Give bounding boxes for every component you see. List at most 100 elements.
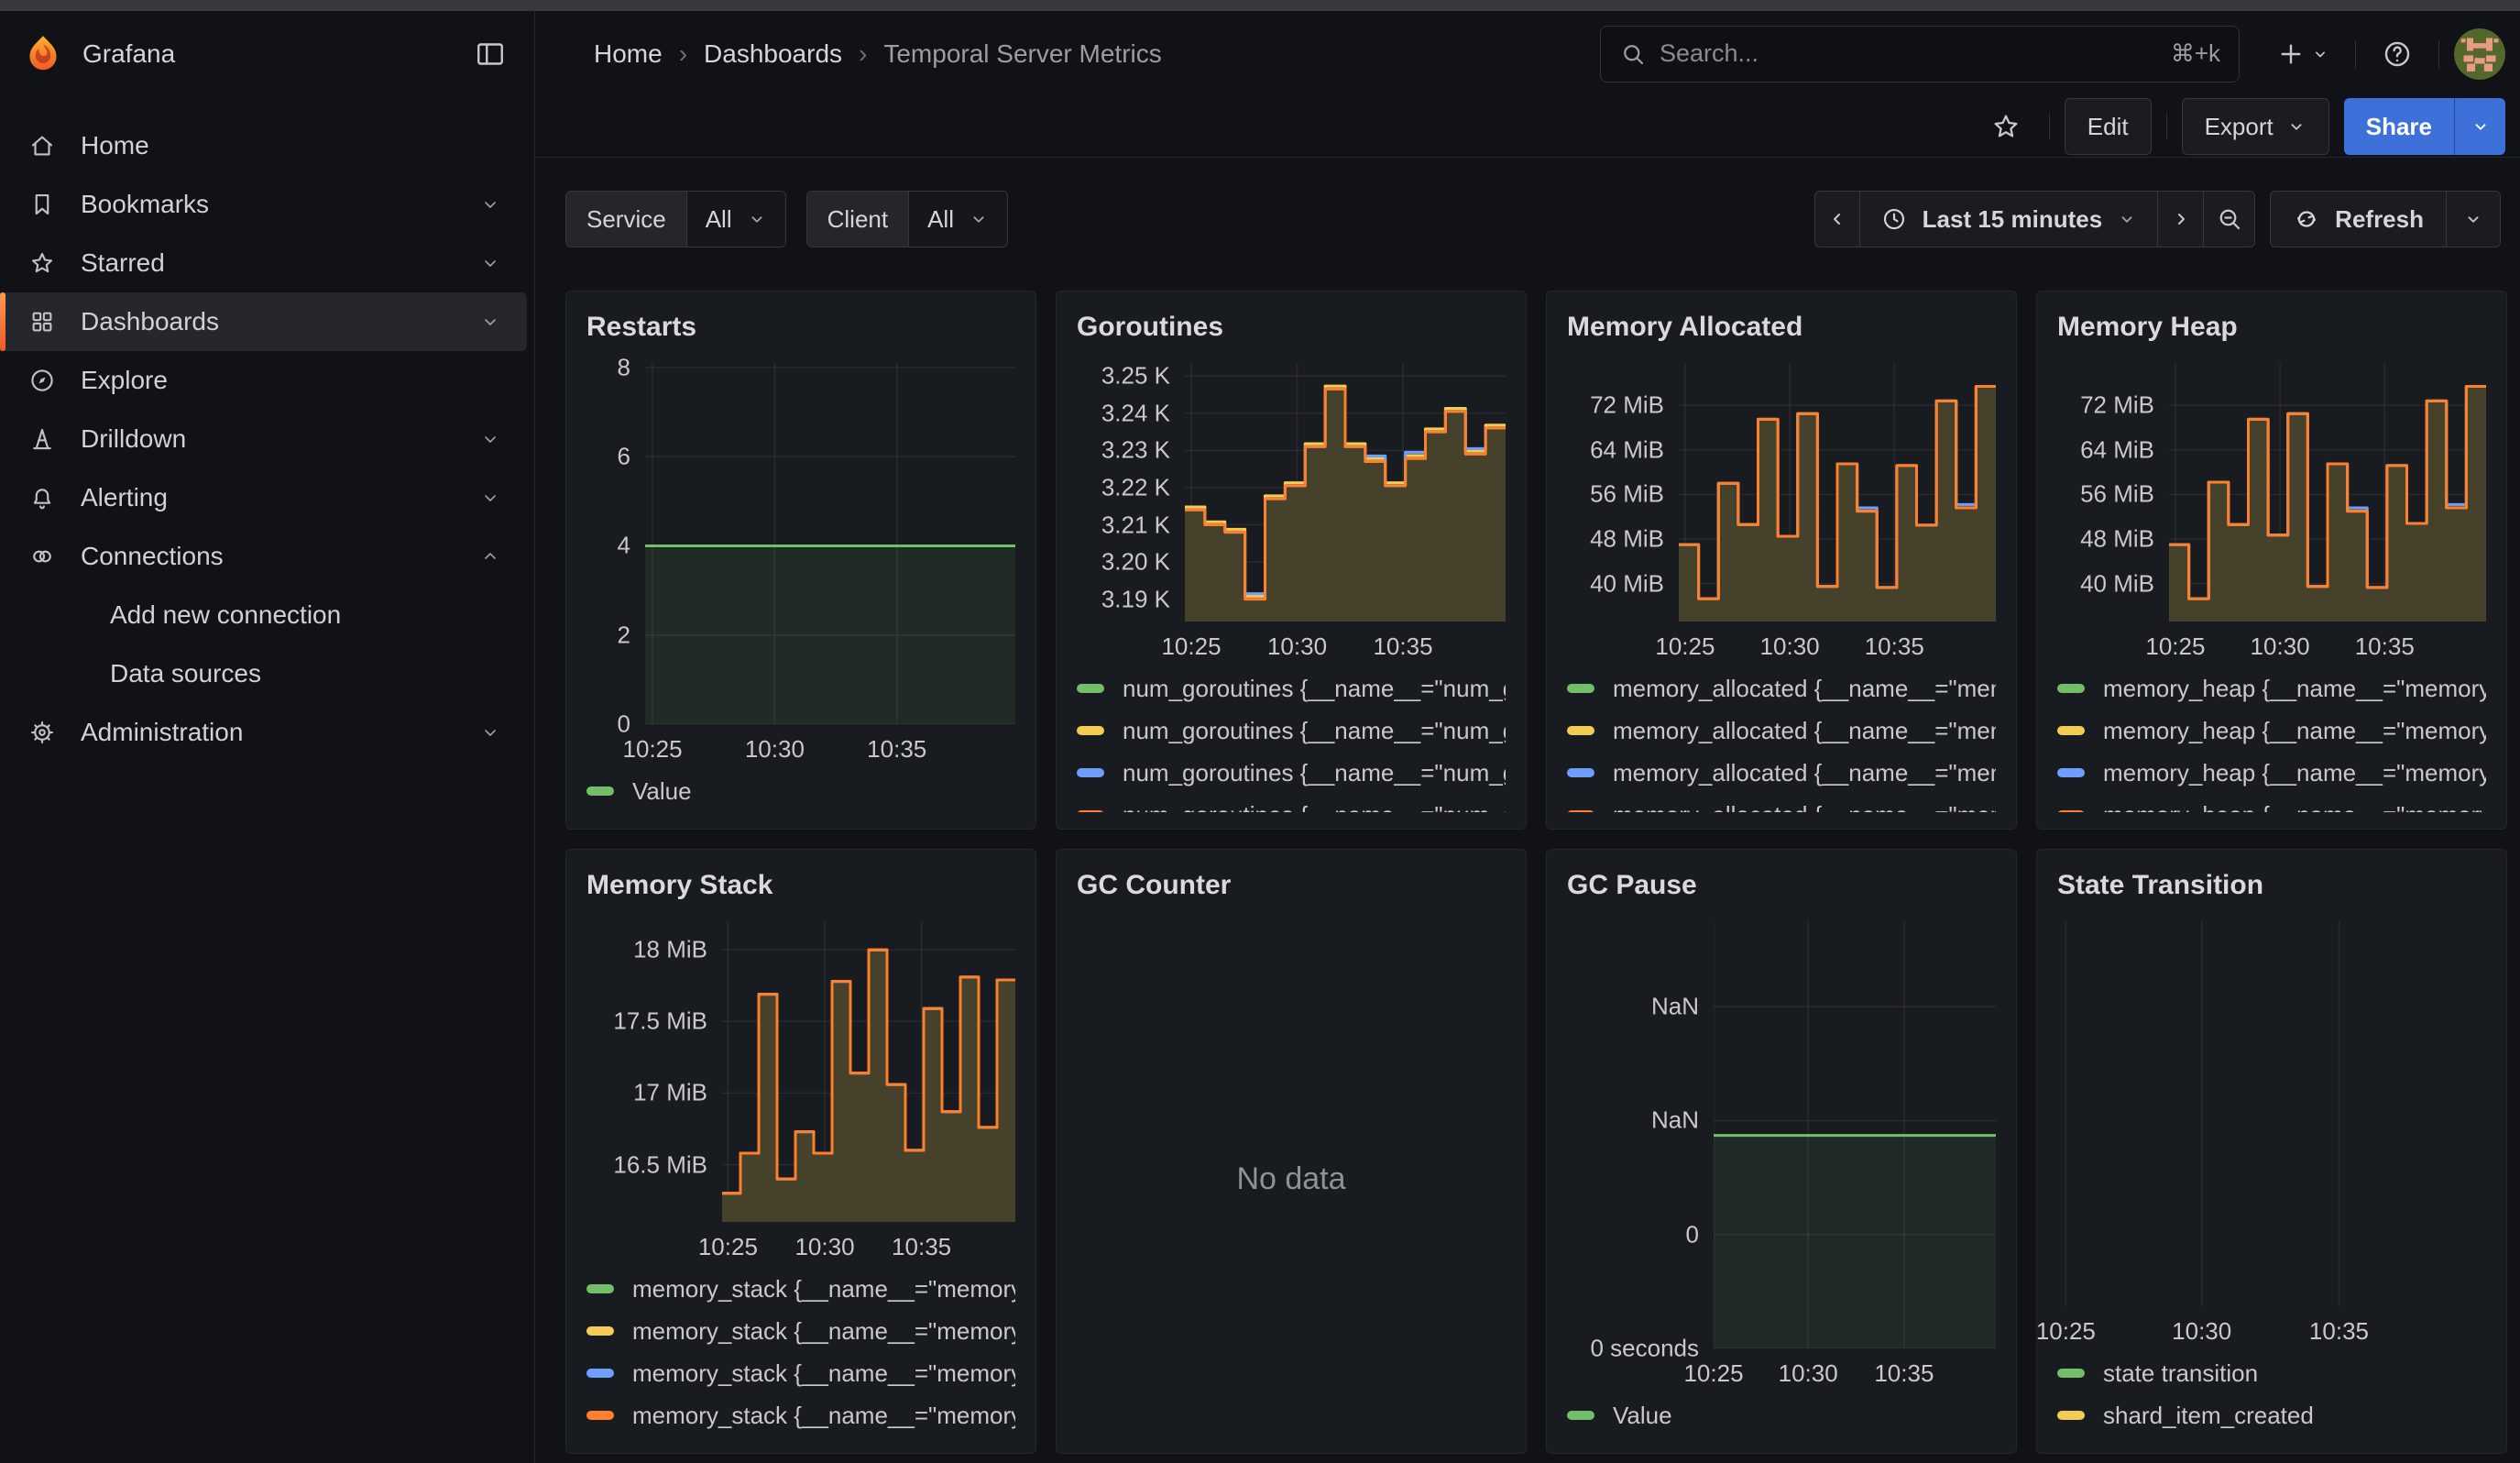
sidebar-item-connections[interactable]: Connections [0,527,527,586]
legend-item[interactable]: memory_stack {__name__="memory_s [586,1268,1015,1310]
time-range-picker[interactable]: Last 15 minutes [1860,191,2159,248]
share-dropdown-button[interactable] [2454,98,2505,155]
breadcrumb-home[interactable]: Home [594,39,663,69]
panel-title[interactable]: Memory Allocated [1567,310,1996,345]
chart-plot-area[interactable] [2169,363,2486,622]
legend-item[interactable]: memory_stack {__name__="memory_s [586,1352,1015,1394]
share-button[interactable]: Share [2344,98,2454,155]
legend-item[interactable]: memory_stack {__name__="memory_s [586,1310,1015,1352]
export-button[interactable]: Export [2182,98,2329,155]
legend-item[interactable]: memory_allocated {__name__="memo [1567,667,1996,710]
y-tick-label: 40 MiB [1590,569,1664,598]
legend-series-color [586,1284,614,1293]
legend-item[interactable]: num_goroutines {__name__="num_go [1077,710,1506,752]
panel-title[interactable]: Restarts [586,310,1015,345]
legend: memory_heap {__name__="memory_hmemory_he… [2057,667,2486,812]
panel-title[interactable]: GC Counter [1077,868,1506,903]
sidebar-item-drilldown[interactable]: Drilldown [0,410,527,468]
chevron-down-icon [747,209,767,229]
legend-item[interactable]: memory_allocated {__name__="memo [1567,794,1996,812]
sidebar-item-explore[interactable]: Explore [0,351,527,410]
chevron-up-icon [479,545,501,567]
y-tick-label: 8 [618,353,630,381]
chevron-down-icon [2117,209,2137,229]
legend-label: memory_heap {__name__="memory_h [2103,801,2486,813]
legend-item[interactable]: memory_heap {__name__="memory_h [2057,752,2486,794]
x-tick-label: 10:30 [1760,632,1820,661]
sidebar-item-bookmarks[interactable]: Bookmarks [0,175,527,234]
legend-item[interactable]: memory_allocated {__name__="memo [1567,710,1996,752]
dashboard-controls: Service All Client All [565,191,2501,248]
y-tick-label: 48 MiB [1590,525,1664,554]
chart-plot-area[interactable] [722,921,1015,1222]
sidebar-item-data-sources[interactable]: Data sources [0,644,527,703]
chart-plot-area[interactable] [1679,363,1996,622]
add-button[interactable] [2265,30,2340,78]
sidebar-item-label: Drilldown [81,424,186,454]
panel-title[interactable]: State Transition [2057,868,2486,903]
sidebar-item-home[interactable]: Home [0,116,527,175]
sidebar-item-starred[interactable]: Starred [0,234,527,292]
y-tick-label: 3.22 K [1101,473,1170,501]
favorite-star-icon[interactable] [1978,104,2034,149]
panel-title[interactable]: GC Pause [1567,868,1996,903]
y-tick-label: 16.5 MiB [613,1150,707,1179]
refresh-interval-dropdown[interactable] [2446,191,2501,248]
chevron-down-icon [479,721,501,743]
panel-title[interactable]: Memory Stack [586,868,1015,903]
chevron-down-icon [2286,116,2306,137]
panel-title[interactable]: Memory Heap [2057,310,2486,345]
legend-item[interactable]: memory_heap {__name__="memory_h [2057,794,2486,812]
y-tick-label: 3.19 K [1101,585,1170,613]
legend-item[interactable]: num_goroutines {__name__="num_go [1077,794,1506,812]
x-tick-label: 10:30 [2251,632,2310,661]
sidebar-item-label: Add new connection [110,600,341,630]
chevron-right-icon [2170,208,2192,230]
time-back-button[interactable] [1814,191,1860,248]
legend-item[interactable]: Value [1567,1394,1996,1436]
sidebar-item-label: Data sources [110,659,261,688]
grid-icon [27,308,57,336]
chart-svg [1679,363,1996,622]
breadcrumb-dashboards[interactable]: Dashboards [704,39,842,69]
search-box[interactable]: ⌘+k [1600,26,2240,82]
help-icon[interactable] [2371,29,2424,79]
x-tick-label: 10:35 [1874,1359,1934,1388]
panel-title[interactable]: Goroutines [1077,310,1506,345]
legend-item[interactable]: memory_stack {__name__="memory_s [586,1394,1015,1436]
legend-item[interactable]: num_goroutines {__name__="num_go [1077,752,1506,794]
sidebar-toggle-icon[interactable] [474,38,507,71]
client-variable[interactable]: Client All [806,191,1008,248]
time-forward-button[interactable] [2158,191,2204,248]
chart-plot-area[interactable] [2057,921,2486,1306]
sidebar-item-alerting[interactable]: Alerting [0,468,527,527]
legend-item[interactable]: memory_heap {__name__="memory_h [2057,667,2486,710]
panel-state-transition: State Transition10:2510:3010:35state tra… [2036,849,2507,1454]
legend-item[interactable]: Value [586,770,1015,812]
sidebar-item-administration[interactable]: Administration [0,703,527,762]
refresh-button[interactable]: Refresh [2270,191,2447,248]
x-axis: 10:2510:3010:35 [2169,622,2486,662]
chart-plot-area[interactable] [1714,921,1996,1348]
service-value-dropdown[interactable]: All [686,192,785,247]
x-tick-label: 10:35 [1373,632,1432,661]
zoom-out-button[interactable] [2204,191,2255,248]
client-value-dropdown[interactable]: All [908,192,1007,247]
search-input[interactable] [1660,39,2171,68]
x-tick-label: 10:25 [2036,1317,2096,1346]
chart-plot-area[interactable] [1185,363,1506,622]
sidebar-item-dashboards[interactable]: Dashboards [0,292,527,351]
legend-item[interactable]: memory_allocated {__name__="memo [1567,752,1996,794]
legend-item[interactable]: shard_item_created [2057,1394,2486,1436]
edit-button[interactable]: Edit [2065,98,2152,155]
legend-item[interactable]: memory_heap {__name__="memory_h [2057,710,2486,752]
service-variable[interactable]: Service All [565,191,786,248]
avatar[interactable] [2454,28,2505,80]
grafana-logo[interactable] [22,33,64,75]
panel-gc-pause: GC PauseNaNNaN00 seconds10:2510:3010:35V… [1546,849,2017,1454]
legend-item[interactable]: state transition [2057,1352,2486,1394]
legend-item[interactable]: num_goroutines {__name__="num_go [1077,667,1506,710]
sidebar-item-add-new-connection[interactable]: Add new connection [0,586,527,644]
chart-plot-area[interactable] [645,363,1015,724]
y-tick-label: 17 MiB [633,1079,707,1107]
